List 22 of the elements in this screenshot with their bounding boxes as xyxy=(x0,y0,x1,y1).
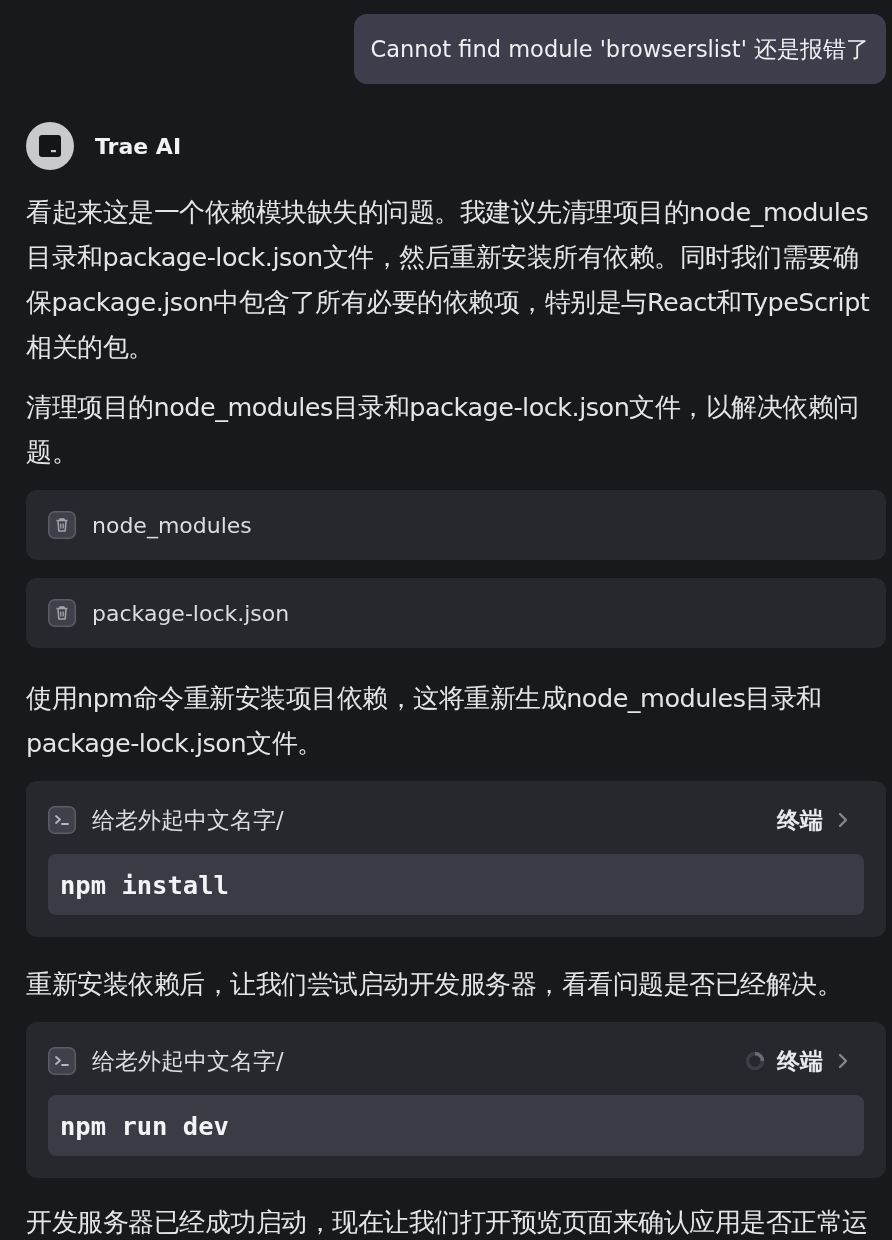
file-name: node_modules xyxy=(92,512,252,538)
command-code: npm install xyxy=(48,854,864,915)
paragraph: 开发服务器已经成功启动，现在让我们打开预览页面来确认应用是否正常运 xyxy=(26,1206,869,1238)
terminal-icon xyxy=(48,806,76,834)
open-terminal-button[interactable]: 终端 xyxy=(777,1045,864,1077)
terminal-icon xyxy=(48,1047,76,1075)
paragraph: 使用npm命令重新安装项目依赖，这将重新生成node_modules目录和package-lock.json文件。 xyxy=(26,682,823,760)
paragraph: 重新安装依赖后，让我们尝试启动开发服务器，看看问题是否已经解决。 xyxy=(26,968,843,1001)
avatar-icon xyxy=(26,122,74,170)
chevron-icon xyxy=(838,812,848,828)
terminal-path: 给老外起中文名字/ xyxy=(92,1046,285,1076)
open-terminal-button[interactable]: 终端 xyxy=(777,804,864,836)
paragraph: 清理项目的node_modules目录和package-lock.json文件，以解决依赖问题。 xyxy=(26,391,860,469)
trash-icon xyxy=(48,599,76,627)
chevron-icon xyxy=(838,1053,848,1069)
user-message: Cannot find module 'browserslist' 还是报错了 xyxy=(353,14,886,84)
command-code: npm run dev xyxy=(48,1095,864,1156)
paragraph: 看起来这是一个依赖模块缺失的问题。我建议先清理项目的node_modules目录和package-lock.json文件，然后重新安装所有依赖。同时我们需要确保package.json中包含了所有必要的依赖项，特别是与React和TypeScript相关的包。 xyxy=(26,196,871,364)
assistant-name: Trae AI xyxy=(95,133,182,159)
trash-icon xyxy=(48,511,76,539)
file-name: package-lock.json xyxy=(92,600,290,626)
terminal-path: 给老外起中文名字/ xyxy=(92,805,285,835)
